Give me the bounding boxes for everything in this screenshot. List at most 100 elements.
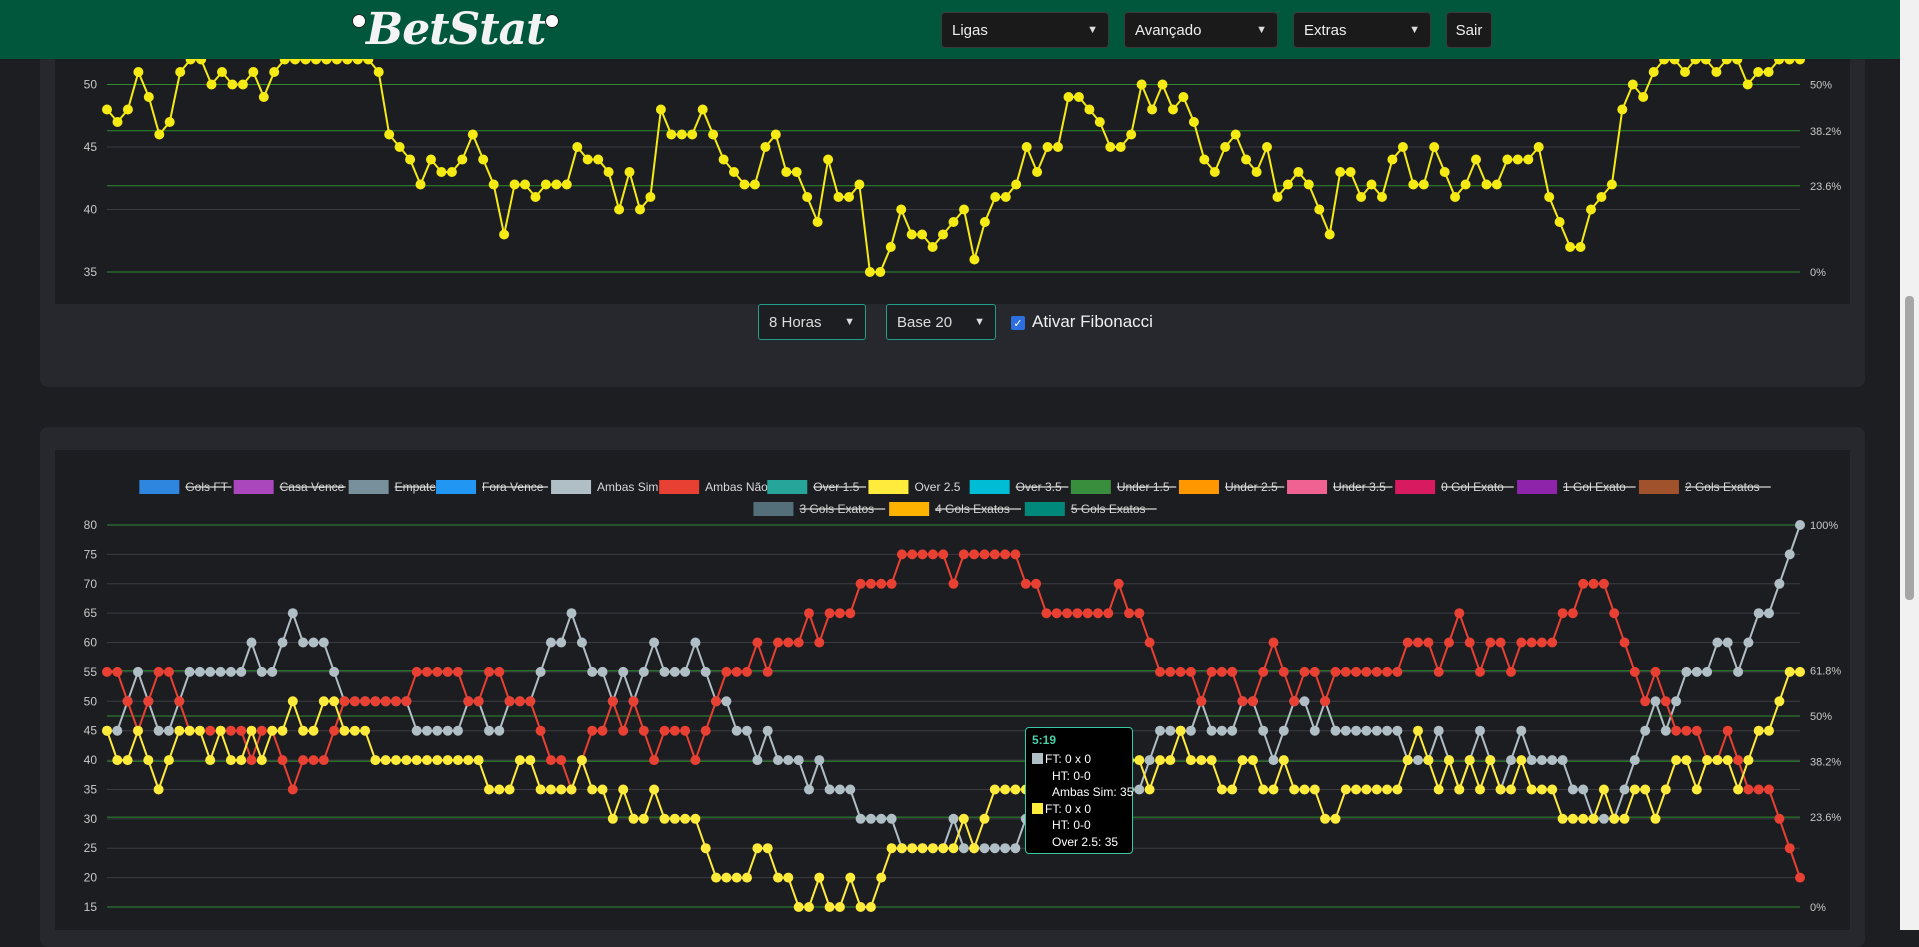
chevron-down-icon: ▼ (1087, 24, 1098, 36)
data-point (1650, 813, 1661, 824)
avancado-select[interactable]: Avançado ▼ (1124, 12, 1278, 48)
top-navbar: BetStat Ligas ▼ Avançado ▼ Extras ▼ Sair (0, 0, 1900, 59)
data-point (1206, 666, 1217, 677)
data-point (194, 666, 205, 677)
legend-item[interactable]: Over 2.5 (914, 480, 960, 494)
data-point (442, 666, 453, 677)
data-point (607, 696, 618, 707)
tooltip-line: HT: 0-0 (1052, 768, 1091, 783)
data-point (876, 578, 887, 589)
data-point (1392, 725, 1403, 736)
tooltip-row: FT: 0 x 0 (1032, 801, 1126, 818)
legend-swatch (868, 480, 909, 494)
data-point (773, 755, 783, 766)
data-point (1671, 696, 1682, 707)
data-point (1444, 637, 1454, 648)
data-point (1454, 784, 1465, 795)
data-point (494, 666, 505, 677)
legend-item[interactable]: Ambas Não (705, 480, 768, 494)
data-point (174, 696, 185, 707)
data-point (731, 666, 742, 677)
data-point (618, 725, 629, 736)
data-point (453, 755, 463, 766)
data-point (1278, 755, 1289, 766)
data-point (773, 872, 783, 883)
legend-swatch (1287, 480, 1328, 494)
data-point (349, 725, 360, 736)
data-point (1764, 608, 1774, 619)
data-point (793, 637, 804, 648)
data-point (1784, 666, 1795, 677)
data-point (1506, 755, 1516, 766)
series-line (107, 524, 1801, 850)
data-point (628, 813, 639, 824)
data-point (1227, 725, 1238, 736)
data-point (948, 843, 959, 854)
data-point (979, 813, 990, 824)
ligas-select[interactable]: Ligas ▼ (941, 12, 1109, 48)
data-point (1629, 755, 1640, 766)
data-point (184, 666, 195, 677)
data-point (793, 755, 804, 766)
data-point (205, 755, 216, 766)
data-point (1712, 637, 1723, 648)
data-point (1557, 608, 1568, 619)
extras-select[interactable]: Extras ▼ (1293, 12, 1431, 48)
data-point (1795, 520, 1805, 530)
data-point (587, 666, 598, 677)
data-point (1185, 755, 1196, 766)
data-point (855, 578, 866, 589)
data-point (1650, 666, 1661, 677)
data-point (1578, 784, 1589, 795)
data-point (494, 725, 505, 736)
tooltip-row: HT: 0-0 (1032, 768, 1126, 785)
logout-button[interactable]: Sair (1446, 12, 1492, 48)
data-point (948, 578, 959, 589)
fibonacci-label: 61.8% (1810, 666, 1841, 678)
data-point (865, 813, 876, 824)
data-point (246, 755, 257, 766)
data-point (1371, 666, 1382, 677)
data-point (1299, 666, 1310, 677)
legend-item[interactable]: Ambas Sim (597, 480, 658, 494)
data-point (102, 666, 112, 677)
data-point (731, 725, 742, 736)
legend-swatch (1395, 480, 1436, 494)
data-point (267, 725, 278, 736)
data-point (1764, 784, 1774, 795)
data-point (205, 725, 216, 736)
data-point (1382, 784, 1393, 795)
data-point (329, 696, 340, 707)
data-point (597, 784, 608, 795)
data-point (1640, 696, 1651, 707)
data-point (669, 666, 680, 677)
data-point (256, 755, 267, 766)
data-point (886, 578, 897, 589)
data-point (1691, 666, 1702, 677)
data-point (1526, 755, 1537, 766)
data-point (1722, 755, 1733, 766)
data-point (762, 843, 773, 854)
data-point (277, 755, 288, 766)
data-point (1330, 725, 1341, 736)
data-point (163, 755, 174, 766)
data-point (1536, 637, 1547, 648)
y-tick-label: 50 (84, 694, 98, 708)
data-point (1547, 637, 1558, 648)
chart-tooltip: 5:19 FT: 0 x 0 HT: 0-0 Ambas Sim: 35 FT:… (1025, 727, 1133, 854)
data-point (1722, 637, 1733, 648)
data-point (1629, 666, 1640, 677)
data-point (1433, 725, 1444, 736)
data-point (1413, 725, 1423, 736)
data-point (587, 784, 598, 795)
data-point (1423, 637, 1434, 648)
data-point (277, 637, 288, 648)
brand-logo[interactable]: BetStat (352, 4, 560, 55)
data-point (370, 755, 381, 766)
data-point (308, 637, 319, 648)
data-point (1598, 813, 1609, 824)
legend-swatch (1178, 480, 1219, 494)
data-point (845, 784, 856, 795)
scrollbar-thumb[interactable] (1905, 296, 1914, 600)
data-point (1165, 725, 1176, 736)
